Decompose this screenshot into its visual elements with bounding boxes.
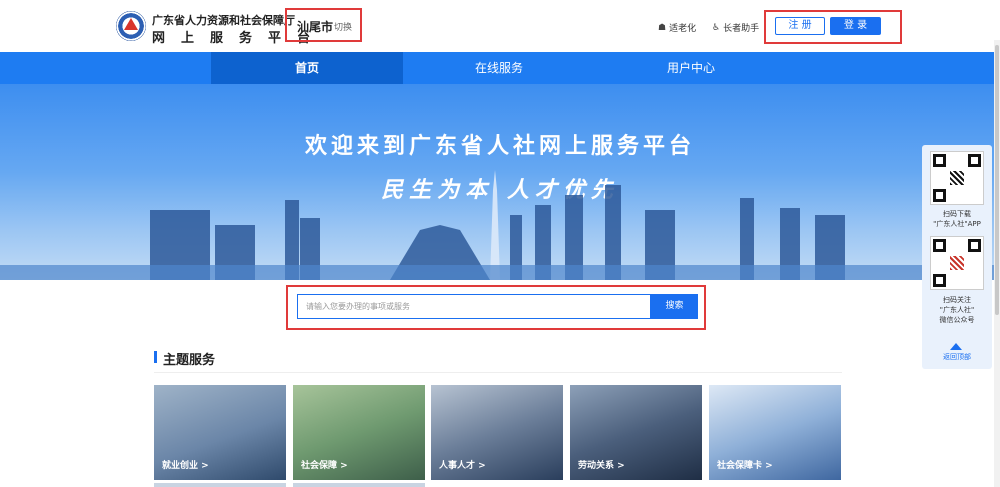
page: 广东省人力资源和社会保障厅 网上服务平台 汕尾市 切换 ☗ 适老化 ♿ 长者助手… [0,0,1000,487]
qr2-caption-2: "广东人社" [939,306,975,314]
elderly-mode-toggle[interactable]: ☗ 适老化 [658,21,697,35]
elderly-mode-label: 适老化 [669,24,697,34]
app-qr-code [930,151,984,205]
section-title: 主题服务 [163,353,216,368]
card-labor-relations[interactable]: 劳动关系 > [570,385,702,480]
current-city: 汕尾市 [297,20,334,34]
search-input[interactable]: 请输入您要办理的事项或服务 [297,294,651,319]
elderly-mode-icon: ☗ [658,22,667,33]
elder-assistant-toggle[interactable]: ♿ 长者助手 [712,21,760,35]
card-social-security-label: 社会保障 > [301,461,348,471]
nav-online-service[interactable]: 在线服务 [403,52,595,84]
login-button[interactable]: 登 录 [830,17,881,35]
card-row2-peek [293,483,425,487]
org-name[interactable]: 广东省人力资源和社会保障厅 [152,12,295,28]
qr2-caption-1: 扫码关注 [943,296,971,304]
card-labor-relations-label: 劳动关系 > [578,461,625,471]
card-row2-peek [154,483,286,487]
card-employment-label: 就业创业 > [162,461,209,471]
accessibility-icon: ♿ [712,22,721,33]
elder-assistant-label: 长者助手 [723,24,760,34]
scrollbar-thumb[interactable] [995,45,999,315]
wechat-qr-code [930,236,984,290]
search-button[interactable]: 搜索 [651,294,698,319]
card-social-security-card[interactable]: 社会保障卡 > [709,385,841,480]
city-switch-link[interactable]: 切换 [334,20,352,33]
section-divider [154,372,842,373]
register-button[interactable]: 注 册 [775,17,825,35]
qr1-caption-1: 扫码下载 [943,210,971,218]
card-employment[interactable]: 就业创业 > [154,385,286,480]
banner-title: 欢迎来到广东省人社网上服务平台 [304,134,695,159]
qr-side-panel: 扫码下载 "广东人社"APP 扫码关注 "广东人社" 微信公众号 返回顶部 [922,145,992,369]
back-to-top-button[interactable]: 返回顶部 [922,352,992,362]
qr2-caption-3: 微信公众号 [939,316,975,324]
card-personnel-talent[interactable]: 人事人才 > [431,385,563,480]
card-social-security[interactable]: 社会保障 > [293,385,425,480]
nav-user-center[interactable]: 用户中心 [595,52,787,84]
card-social-security-card-label: 社会保障卡 > [717,461,773,471]
card-personnel-talent-label: 人事人才 > [439,461,486,471]
nav-home[interactable]: 首页 [211,52,403,84]
header: 广东省人力资源和社会保障厅 网上服务平台 汕尾市 切换 ☗ 适老化 ♿ 长者助手… [0,0,1000,52]
city-skyline-image [0,170,1000,280]
back-to-top-icon[interactable] [950,343,962,350]
qr1-caption-2: "广东人社"APP [933,220,981,228]
emblem-logo-icon[interactable] [116,11,146,41]
hero-banner: 欢迎来到广东省人社网上服务平台 民生为本 人才优先 [0,84,1000,280]
main-nav: 首页 在线服务 用户中心 [0,52,1000,84]
section-accent-bar [154,351,157,363]
